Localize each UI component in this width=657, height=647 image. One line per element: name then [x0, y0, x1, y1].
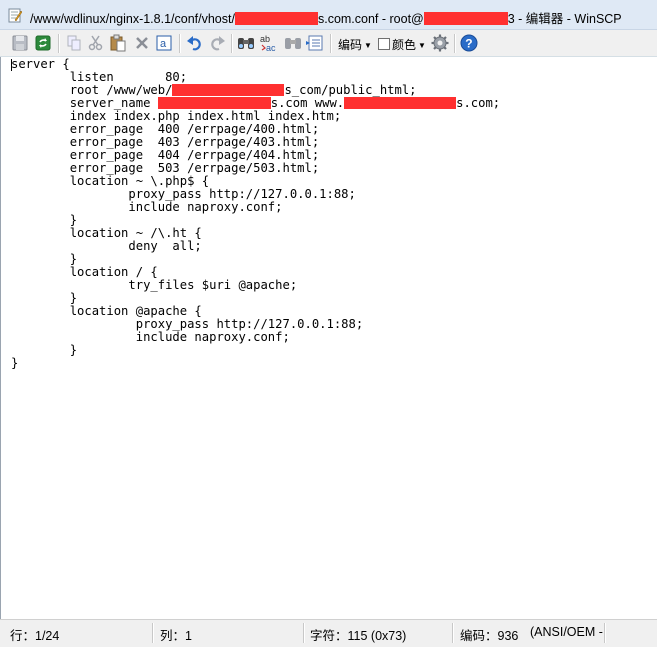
code-text: } — [11, 356, 19, 370]
code-text: } — [11, 343, 78, 357]
code-text: proxy_pass http://127.0.0.1:88; — [11, 187, 356, 201]
editor-document-icon — [8, 8, 22, 23]
delete-icon[interactable] — [132, 33, 152, 53]
window-title-path: /www/wdlinux/nginx-1.8.1/conf/vhost/ — [30, 12, 235, 26]
copy-icon[interactable] — [64, 33, 84, 53]
chevron-down-icon: ▼ — [418, 41, 426, 50]
code-text: include naproxy.conf; — [11, 330, 290, 344]
reload-icon[interactable] — [33, 33, 53, 53]
code-text: listen 80; — [11, 70, 188, 84]
color-dropdown[interactable]: 颜色 ▼ — [378, 36, 426, 53]
code-line[interactable]: try_files $uri @apache; — [11, 279, 500, 292]
code-text: error_page 503 /errpage/503.html; — [11, 161, 320, 175]
code-text: location ~ /\.ht { — [11, 226, 202, 240]
svg-text:ac: ac — [266, 43, 276, 53]
code-line[interactable]: } — [11, 344, 500, 357]
code-text: server { — [11, 57, 70, 71]
text-editor[interactable]: server { listen 80; root /www/web/s_com/… — [0, 57, 657, 619]
window-title-file: s.com.conf - root@ — [317, 12, 424, 26]
replace-icon[interactable]: ab ac — [259, 33, 279, 53]
redacted-block — [157, 97, 271, 109]
redacted-block — [344, 97, 457, 109]
status-encoding: 编码：936 — [460, 629, 519, 643]
encoding-dropdown[interactable]: 编码 ▼ — [338, 36, 372, 53]
undo-icon[interactable] — [185, 33, 205, 53]
title-bar[interactable]: /www/wdlinux/nginx-1.8.1/conf/vhost/s.co… — [0, 0, 657, 30]
code-text: try_files $uri @apache; — [11, 278, 298, 292]
code-text: } — [11, 291, 78, 305]
code-text: location ~ \.php$ { — [11, 174, 210, 188]
redo-icon[interactable] — [207, 33, 227, 53]
paste-icon[interactable] — [108, 33, 128, 53]
text-cursor — [11, 59, 12, 71]
code-text: index index.php index.html index.htm; — [11, 109, 342, 123]
code-text: s_com/public_html; — [284, 83, 417, 97]
help-icon[interactable]: ? — [459, 33, 479, 53]
code-text: } — [11, 252, 78, 266]
chevron-down-icon: ▼ — [364, 41, 372, 50]
code-text: location @apache { — [11, 304, 202, 318]
find-icon[interactable] — [236, 33, 256, 53]
code-text: error_page 403 /errpage/403.html; — [11, 135, 320, 149]
status-character: 字符：115 (0x73) — [310, 629, 407, 643]
find-next-icon[interactable] — [283, 33, 303, 53]
code-line[interactable]: deny all; — [11, 240, 500, 253]
code-text: root /www/web/ — [11, 83, 173, 97]
redacted-block — [172, 84, 285, 96]
code-text: s.com www. — [270, 96, 345, 110]
code-line[interactable]: include naproxy.conf; — [11, 201, 500, 214]
redacted-block — [423, 12, 508, 25]
svg-text:a: a — [160, 38, 167, 50]
code-text: include naproxy.conf; — [11, 200, 283, 214]
code-text: } — [11, 213, 78, 227]
encoding-label: 编码 — [338, 38, 363, 52]
cut-icon[interactable] — [86, 33, 106, 53]
select-all-icon[interactable]: a — [154, 33, 174, 53]
code-text: server_name — [11, 96, 158, 110]
code-content[interactable]: server { listen 80; root /www/web/s_com/… — [11, 58, 500, 370]
code-line[interactable]: include naproxy.conf; — [11, 331, 500, 344]
svg-text:?: ? — [465, 37, 472, 51]
status-bar: 行：1/24 列：1 字符：115 (0x73) 编码：936 (ANSI/OE… — [0, 619, 657, 647]
color-label: 颜色 — [392, 38, 417, 52]
code-text: error_page 400 /errpage/400.html; — [11, 122, 320, 136]
status-column: 列：1 — [160, 629, 192, 643]
status-charset: (ANSI/OEM - — [530, 625, 603, 639]
code-text: location / { — [11, 265, 158, 279]
goto-line-icon[interactable] — [305, 33, 325, 53]
status-line: 行：1/24 — [10, 629, 60, 643]
redacted-block — [234, 12, 318, 25]
save-icon[interactable] — [10, 33, 30, 53]
window-title: /www/wdlinux/nginx-1.8.1/conf/vhost/s.co… — [30, 8, 622, 27]
code-text: error_page 404 /errpage/404.html; — [11, 148, 320, 162]
window-title-app: 3 - 编辑器 - WinSCP — [507, 12, 622, 26]
code-text: proxy_pass http://127.0.0.1:88; — [11, 317, 364, 331]
gear-icon[interactable] — [430, 33, 450, 53]
code-text: s.com; — [456, 96, 501, 110]
code-line[interactable]: } — [11, 357, 500, 370]
color-checkbox[interactable] — [378, 38, 390, 50]
toolbar: a ab ac 编码 ▼ 颜色 ▼ ? — [0, 30, 657, 57]
code-text: deny all; — [11, 239, 202, 253]
